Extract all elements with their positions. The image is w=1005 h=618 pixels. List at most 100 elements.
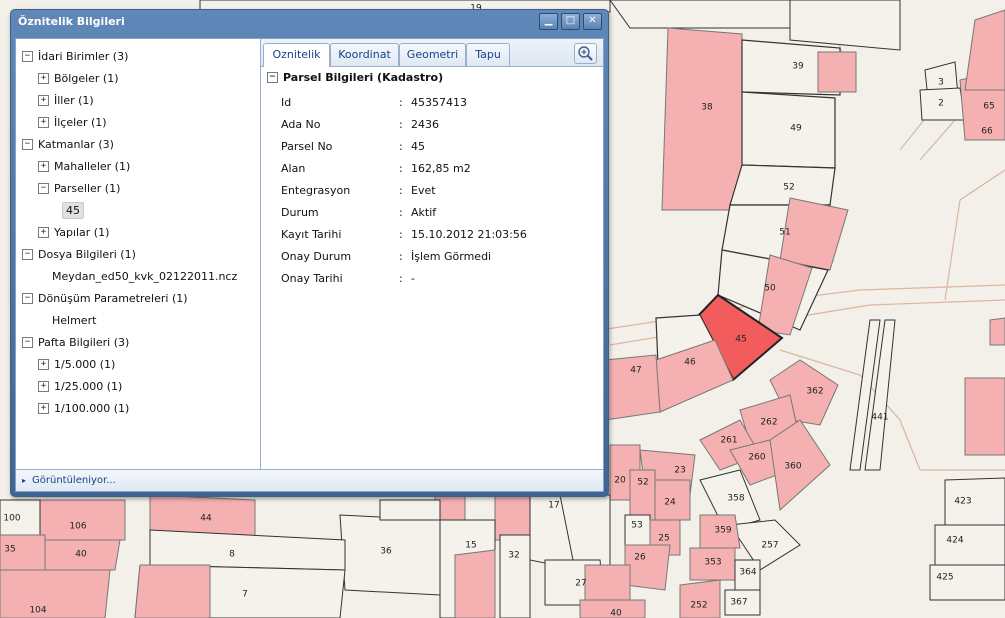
attribute-value: - [411,271,415,285]
section-title: Parsel Bilgileri (Kadastro) [283,71,444,84]
tree-node-label: 1/25.000 (1) [54,379,123,393]
collapse-icon[interactable]: − [38,182,49,194]
parcel-number-label: 15 [465,541,476,551]
collapse-icon[interactable]: − [22,336,33,348]
tree-node[interactable]: − Katmanlar (3) [22,134,114,154]
collapse-icon[interactable]: − [22,292,33,304]
expand-icon[interactable]: + [38,380,49,392]
parcel-number-label: 51 [779,228,790,238]
tree-node-label: Pafta Bilgileri (3) [38,335,130,349]
parcel-number-label: 65 [983,102,994,112]
parcel-number-label: 40 [610,609,622,618]
collapse-icon[interactable]: − [267,72,278,83]
tree-node-label: İller (1) [54,93,94,107]
expand-icon[interactable]: + [38,72,49,84]
tree-node[interactable]: + Yapılar (1) [38,222,109,242]
tree-node[interactable]: Helmert [52,310,96,330]
tree-node[interactable]: + İller (1) [38,90,94,110]
parcel-number-label: 2 [938,99,944,109]
attribute-separator: : [399,249,403,263]
tree-node-label: Dosya Bilgileri (1) [38,247,136,261]
tree-node[interactable]: +1/25.000 (1) [38,376,122,396]
close-button[interactable]: ✕ [583,13,602,30]
tree-node[interactable]: − İdari Birimler (3) [22,46,128,66]
attribute-key: Onay Tarihi [281,271,343,285]
parcel-number-label: 25 [658,534,669,544]
collapse-icon[interactable]: − [22,138,33,150]
attribute-row: Ada No:2436 [281,115,439,133]
tab-koordinat[interactable]: Koordinat [330,43,399,66]
parcel-number-label: 262 [760,418,777,428]
maximize-button[interactable]: □ [561,13,580,30]
attribute-key: Id [281,95,292,109]
parcel-number-label: 257 [761,541,778,551]
parcel-number-label: 364 [739,568,756,578]
parcel-number-label: 424 [946,536,963,546]
parcel-number-label: 7 [242,590,248,600]
tree-node[interactable]: − Pafta Bilgileri (3) [22,332,129,352]
expand-icon[interactable]: + [38,116,49,128]
attribute-key: Alan [281,161,306,175]
attribute-separator: : [399,117,403,131]
tree-node[interactable]: +1/5.000 (1) [38,354,115,374]
tree-node[interactable]: − Dönüşüm Parametreleri (1) [22,288,188,308]
tree-node-label: 1/100.000 (1) [54,401,130,415]
tree-node[interactable]: +1/100.000 (1) [38,398,129,418]
attribute-info-window[interactable]: Öznitelik Bilgileri ▁ □ ✕ − İdari Birimle… [10,9,609,497]
parcel-number-label: 441 [871,413,888,423]
tree-node[interactable]: + Bölgeler (1) [38,68,119,88]
parcel-number-label: 38 [701,103,713,113]
parcel-number-label: 261 [720,436,737,446]
parcel-number-label: 46 [684,358,696,368]
tree-node-label: Mahalleler (1) [54,159,131,173]
parcel-number-label: 50 [764,284,776,294]
tab-geometri[interactable]: Geometri [399,43,466,66]
tree-node-label: Parseller (1) [54,181,121,195]
collapse-icon[interactable]: − [22,50,33,62]
parcel-number-label: 32 [508,551,519,561]
parcel-number-label: 20 [614,476,626,486]
tab-oznitelik[interactable]: Oznitelik [263,43,330,67]
attribute-tree[interactable]: − İdari Birimler (3) + Bölgeler (1) + İller (… [16,39,261,469]
tab-strip: Oznitelik Koordinat Geometri Tapu [261,39,603,67]
expand-icon[interactable]: + [38,358,49,370]
expand-icon[interactable]: + [38,94,49,106]
parcel-number-label: 45 [735,335,746,345]
tree-node[interactable]: − Dosya Bilgileri (1) [22,244,136,264]
parcel-number-label: 26 [634,553,646,563]
tree-node-label: Yapılar (1) [54,225,110,239]
attribute-separator: : [399,183,403,197]
zoom-to-feature-button[interactable] [574,43,597,64]
tree-node[interactable]: Meydan_ed50_kvk_02122011.ncz [52,266,237,286]
parcel-number-label: 423 [954,497,971,507]
tree-node[interactable]: 45 [62,200,84,220]
parcel-number-label: 260 [748,453,765,463]
tab-tapu[interactable]: Tapu [466,43,510,66]
window-title: Öznitelik Bilgileri [18,15,125,28]
expand-icon[interactable]: + [38,160,49,172]
window-titlebar[interactable]: Öznitelik Bilgileri ▁ □ ✕ [11,10,608,34]
parcel-number-label: 49 [790,124,802,134]
attribute-separator: : [399,227,403,241]
parcel-section-header[interactable]: − Parsel Bilgileri (Kadastro) [267,71,443,84]
minimize-button[interactable]: ▁ [539,13,558,30]
attribute-value: Aktif [411,205,437,219]
attribute-value: Evet [411,183,436,197]
status-arrow-icon: ▸ [22,476,27,485]
parcel-number-label: 47 [630,366,641,376]
collapse-icon[interactable]: − [22,248,33,260]
parcel-number-label: 358 [727,494,744,504]
tree-node[interactable]: − Parseller (1) [38,178,120,198]
tree-node[interactable]: + İlçeler (1) [38,112,107,132]
expand-icon[interactable]: + [38,402,49,414]
attribute-row: Durum: Aktif [281,203,436,221]
attribute-key: Kayıt Tarihi [281,227,342,241]
tree-node-label: İlçeler (1) [54,115,107,129]
tree-node[interactable]: + Mahalleler (1) [38,156,130,176]
parcel-number-label: 23 [674,466,685,476]
parcel-number-label: 40 [75,550,87,560]
expand-icon[interactable]: + [38,226,49,238]
parcel-number-label: 53 [631,521,642,531]
attribute-key: Durum [281,205,319,219]
attribute-separator: : [399,271,403,285]
